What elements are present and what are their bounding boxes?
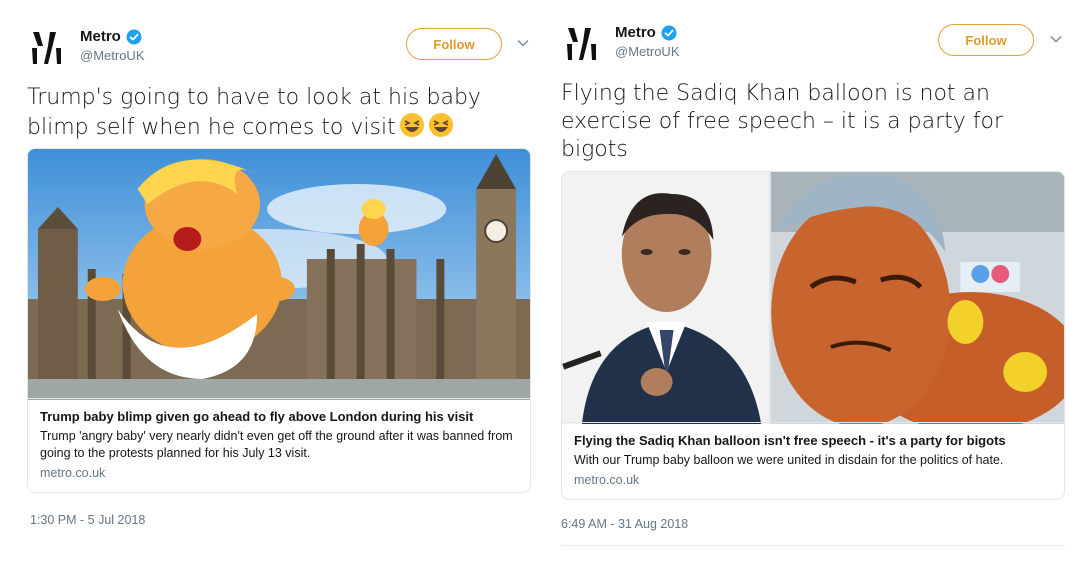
chevron-down-icon[interactable] bbox=[516, 36, 530, 50]
card-domain: metro.co.uk bbox=[40, 466, 106, 480]
tweet-text: Trump's going to have to look at his bab… bbox=[27, 84, 507, 142]
card-body[interactable]: Flying the Sadiq Khan balloon isn't free… bbox=[562, 422, 1064, 499]
card-description: With our Trump baby balloon we were unit… bbox=[574, 453, 1004, 467]
follow-button[interactable]: Follow bbox=[406, 28, 502, 60]
author-block[interactable]: Metro @MetroUK bbox=[80, 28, 145, 63]
author-name[interactable]: Metro bbox=[80, 28, 121, 45]
trump-baby-blimp-parliament-image[interactable] bbox=[28, 149, 530, 400]
author-block[interactable]: Metro @MetroUK bbox=[615, 24, 680, 59]
laughing-face-icon bbox=[399, 113, 424, 137]
divider bbox=[561, 545, 1065, 546]
card-domain: metro.co.uk bbox=[574, 473, 640, 487]
metro-logo-icon[interactable] bbox=[26, 22, 70, 66]
card-description: Trump 'angry baby' very nearly didn't ev… bbox=[40, 429, 513, 460]
card-body[interactable]: Trump baby blimp given go ahead to fly a… bbox=[28, 398, 530, 492]
link-card[interactable]: Trump baby blimp given go ahead to fly a… bbox=[27, 148, 531, 493]
follow-button[interactable]: Follow bbox=[938, 24, 1034, 56]
author-handle[interactable]: @MetroUK bbox=[615, 44, 680, 59]
sadiq-khan-balloon-image[interactable] bbox=[562, 172, 1064, 424]
chevron-down-icon[interactable] bbox=[1049, 32, 1063, 46]
tweet-header: Metro @MetroUK Follow bbox=[26, 20, 529, 72]
author-name[interactable]: Metro bbox=[615, 24, 656, 41]
tweet-text: Flying the Sadiq Khan balloon is not an … bbox=[561, 81, 1004, 162]
verified-badge-icon bbox=[126, 29, 142, 44]
tweet-1: Metro @MetroUK Follow Trump's going to h… bbox=[0, 0, 545, 561]
laughing-face-icon bbox=[428, 113, 453, 137]
card-title[interactable]: Flying the Sadiq Khan balloon isn't free… bbox=[574, 432, 1052, 449]
verified-badge-icon bbox=[661, 25, 677, 40]
tweet-header: Metro @MetroUK Follow bbox=[561, 16, 1062, 68]
tweet-2: Metro @MetroUK Follow Flying the Sadiq K… bbox=[545, 0, 1077, 561]
tweet-timestamp[interactable]: 6:49 AM - 31 Aug 2018 bbox=[561, 517, 688, 531]
link-card[interactable]: Flying the Sadiq Khan balloon isn't free… bbox=[561, 171, 1065, 500]
tweet-timestamp[interactable]: 1:30 PM - 5 Jul 2018 bbox=[30, 513, 145, 527]
author-handle[interactable]: @MetroUK bbox=[80, 48, 145, 63]
metro-logo-icon[interactable] bbox=[561, 18, 605, 62]
card-title[interactable]: Trump baby blimp given go ahead to fly a… bbox=[40, 408, 518, 425]
